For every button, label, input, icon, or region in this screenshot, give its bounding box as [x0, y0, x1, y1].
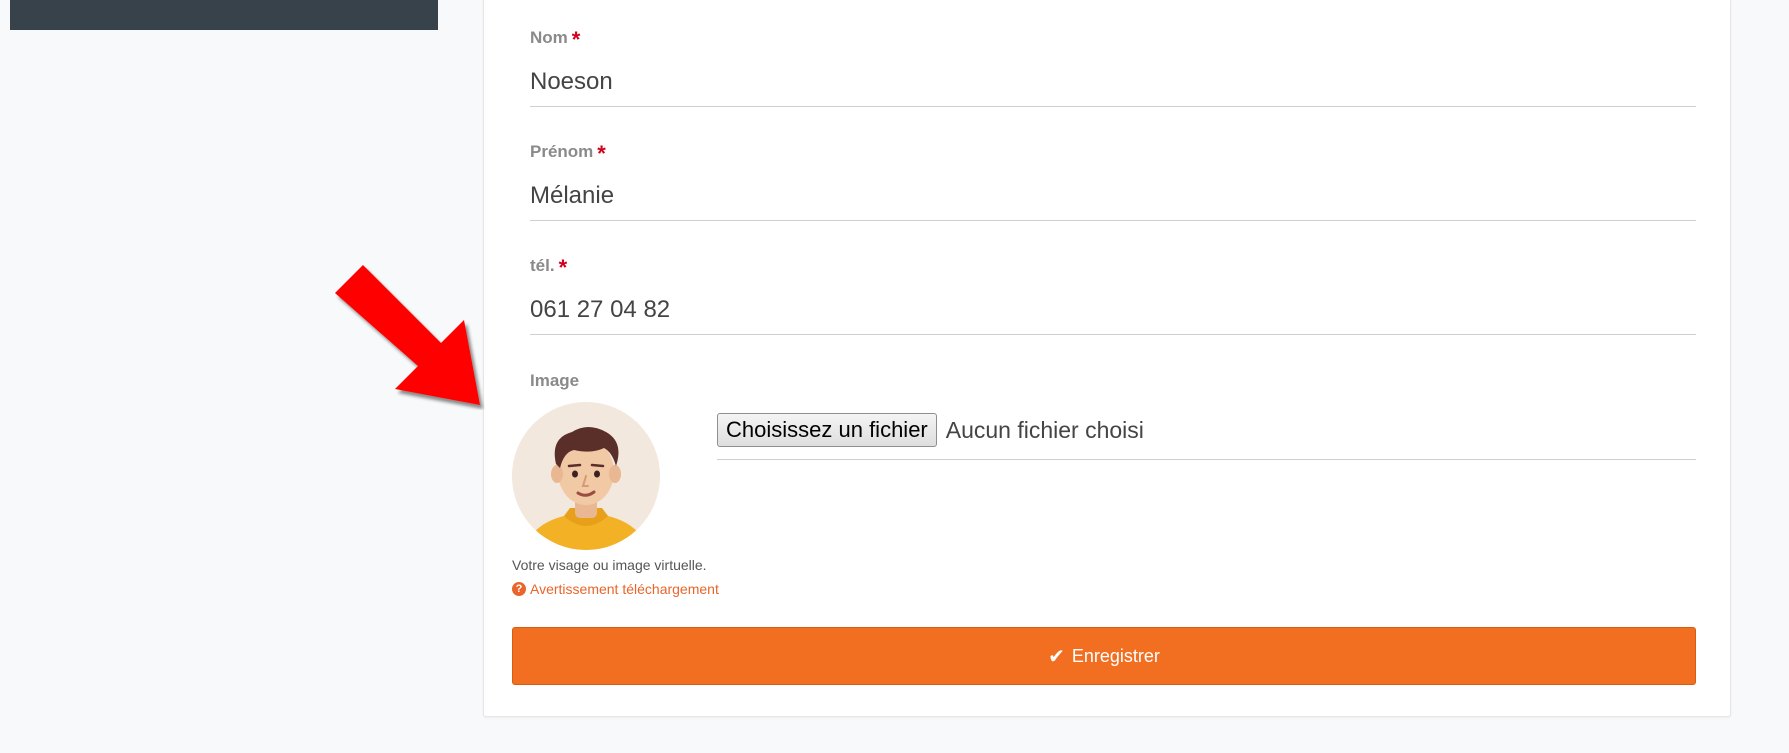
avatar-icon — [512, 402, 660, 550]
required-mark: * — [558, 255, 568, 280]
image-help-text: Votre visage ou image virtuelle. — [512, 557, 707, 573]
upload-warning-label: Avertissement téléchargement — [530, 581, 719, 597]
prenom-underline — [530, 220, 1696, 221]
profile-form-card — [483, 0, 1731, 717]
red-arrow-icon — [335, 265, 480, 405]
image-field: Image — [530, 371, 1696, 391]
prenom-input[interactable]: Mélanie — [530, 179, 1696, 212]
question-circle-icon: ? — [512, 582, 526, 596]
required-mark: * — [571, 27, 581, 52]
tel-underline — [530, 334, 1696, 335]
prenom-field[interactable]: Prénom * Mélanie — [530, 142, 1696, 221]
file-status: Aucun fichier choisi — [945, 416, 1144, 443]
nom-input[interactable]: Noeson — [530, 65, 1696, 98]
tel-field[interactable]: tél. * 061 27 04 82 — [530, 256, 1696, 335]
sidebar-top-bar — [10, 0, 438, 30]
file-upload-row: Choisissez un fichier Aucun fichier choi… — [717, 409, 1696, 451]
tel-label: tél. * — [530, 255, 568, 280]
nom-underline — [530, 106, 1696, 107]
tel-input[interactable]: 061 27 04 82 — [530, 293, 1696, 326]
choose-file-button[interactable]: Choisissez un fichier — [717, 413, 937, 447]
save-button[interactable]: ✔ Enregistrer — [512, 627, 1696, 685]
prenom-label: Prénom * — [530, 141, 606, 166]
save-button-label: Enregistrer — [1071, 645, 1160, 666]
check-icon: ✔ — [1048, 645, 1065, 668]
nom-field[interactable]: Nom * Noeson — [530, 28, 1696, 107]
image-label: Image — [530, 371, 580, 390]
avatar — [512, 402, 660, 550]
nom-label: Nom * — [530, 27, 581, 52]
file-underline — [717, 459, 1696, 460]
required-mark: * — [597, 141, 606, 166]
upload-warning-link[interactable]: ? Avertissement téléchargement — [512, 581, 719, 597]
